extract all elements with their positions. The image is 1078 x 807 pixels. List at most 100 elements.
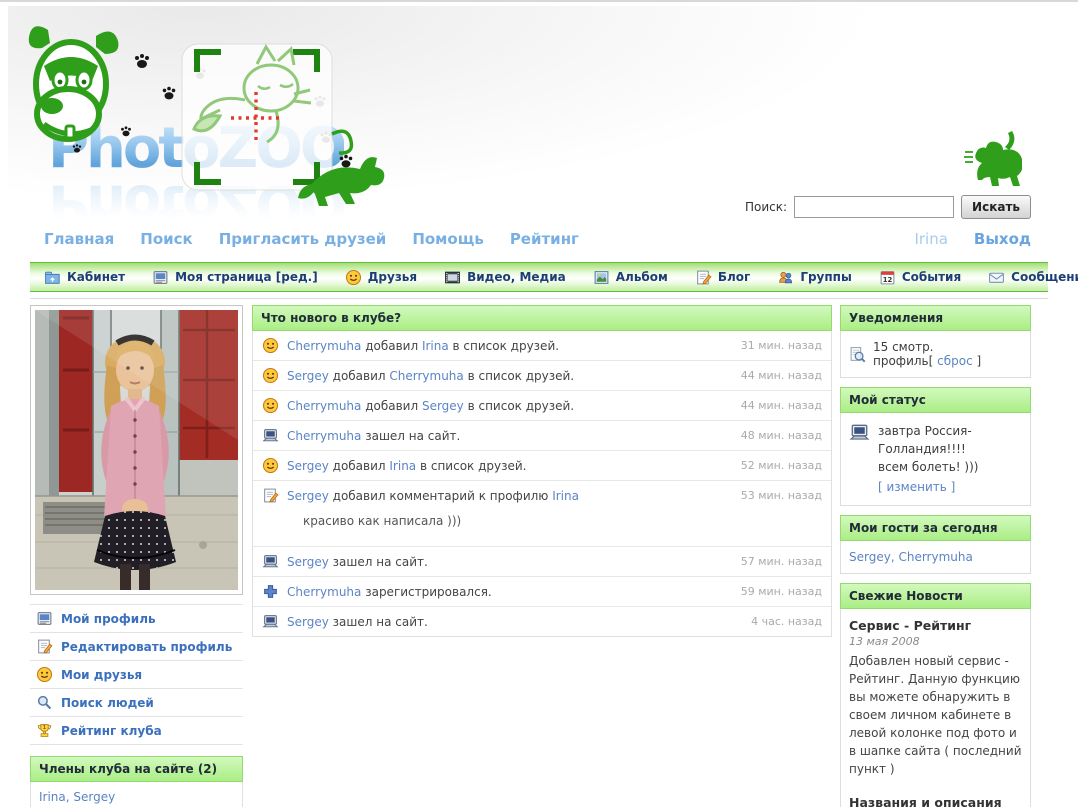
status-header: Мой статус <box>840 387 1031 413</box>
toolbar-item[interactable]: Группы <box>777 269 852 286</box>
sidebar-menu-label: Редактировать профиль <box>61 639 233 654</box>
toolbar-item[interactable]: Друзья <box>345 269 417 286</box>
nav-link-5[interactable]: Рейтинг <box>510 230 579 248</box>
toolbar-divider <box>30 298 1048 299</box>
feed-user-link[interactable]: Irina <box>389 459 416 473</box>
feed-user-link[interactable]: Sergey <box>287 369 329 383</box>
album-icon <box>593 269 610 286</box>
toolbar-item[interactable]: Кабинет <box>44 269 125 286</box>
search-people-icon <box>36 694 53 711</box>
feed-comment: красиво как написала ))) <box>303 514 462 528</box>
toolbar-item[interactable]: Альбом <box>593 269 668 286</box>
toolbar-item[interactable]: 12 События <box>879 269 961 286</box>
feed-user-link[interactable]: Sergey <box>287 489 329 503</box>
smiley-icon <box>262 457 279 474</box>
nav-link-2[interactable]: Поиск <box>140 230 192 248</box>
edit-status-link[interactable]: [ изменить ] <box>878 478 955 496</box>
toolbar-item-label: Сообщения <box>1011 270 1078 284</box>
feed-timestamp: 4 час. назад <box>751 615 822 628</box>
news-item-text: Добавлен новый сервис - Рейтинг. Данную … <box>849 654 1022 776</box>
nav-link-4[interactable]: Помощь <box>412 230 484 248</box>
nav-link-3[interactable]: Пригласить друзей <box>219 230 387 248</box>
status-box: Мой статус завтра Россия-Голландия!!!! в… <box>840 387 1031 506</box>
register-icon <box>262 583 279 600</box>
feed-user-link[interactable]: Sergey <box>287 555 329 569</box>
feed-text: Cherrymuha зашел на сайт. <box>287 428 461 443</box>
feed-user-link[interactable]: Sergey <box>287 615 329 629</box>
feed-user-link[interactable]: Sergey <box>422 399 464 413</box>
guests-links[interactable]: Sergey, Cherrymuha <box>849 550 973 564</box>
feed-timestamp: 44 мин. назад <box>740 399 822 412</box>
my-page-icon <box>152 269 169 286</box>
news-header: Свежие Новости <box>840 583 1031 609</box>
members-online-list: Irina, Sergey <box>30 782 243 807</box>
toolbar-item[interactable]: Блог <box>695 269 750 286</box>
main-nav: Главная Поиск Пригласить друзей Помощь Рейти… <box>44 230 579 248</box>
news-item-title: Названия и описания фото <box>849 795 1002 807</box>
search-button[interactable]: Искать <box>961 195 1031 219</box>
comment-icon <box>262 487 279 504</box>
feed-row: Sergey добавил Cherrymuha в список друзе… <box>253 361 831 391</box>
cabinet-icon <box>44 269 61 286</box>
toolbar-item-label: Блог <box>717 270 751 284</box>
members-online-box: Члены клуба на сайте (2) Irina, Sergey <box>30 756 243 807</box>
sidebar-menu-item[interactable]: Мой профиль <box>30 604 243 632</box>
members-online-links[interactable]: Irina, Sergey <box>39 790 115 804</box>
status-text: завтра Россия-Голландия!!!! всем болеть!… <box>878 424 979 496</box>
news-item-title: Сервис - Рейтинг <box>849 618 972 633</box>
profile-icon <box>36 610 53 627</box>
toolbar-item[interactable]: Моя страница [ред.] <box>152 269 318 286</box>
news-item: Названия и описания фото10 мая 2008Дорог… <box>849 795 1022 807</box>
feed-text: Cherrymuha зарегистрировался. <box>287 584 492 599</box>
toolbar-item-label: Кабинет <box>67 270 126 284</box>
monitor-icon <box>262 553 279 570</box>
feed-timestamp: 44 мин. назад <box>740 369 822 382</box>
feed-user-link[interactable]: Irina <box>552 489 579 503</box>
feed-user-link[interactable]: Sergey <box>287 459 329 473</box>
edit-icon <box>36 638 53 655</box>
news-feed: Что нового в клубе? Cherrymuha добавил I… <box>252 305 832 637</box>
friends-icon <box>36 666 53 683</box>
site-logo[interactable]: PhotoZOO PhotoZOO <box>14 14 414 237</box>
feed-user-link[interactable]: Cherrymuha <box>287 339 361 353</box>
sidebar-menu-item[interactable]: 1 Рейтинг клуба <box>30 716 243 744</box>
profile-photo[interactable] <box>30 305 243 595</box>
feed-text: Cherrymuha добавил Sergey в список друзе… <box>287 398 575 413</box>
friends-icon <box>345 269 362 286</box>
trophy-icon: 1 <box>36 722 53 739</box>
toolbar-item-label: Моя страница [ред.] <box>175 270 318 284</box>
smiley-icon <box>262 397 279 414</box>
logo-artwork-icon <box>28 26 385 206</box>
feed-timestamp: 52 мин. назад <box>740 459 822 472</box>
feed-timestamp: 31 мин. назад <box>740 339 822 352</box>
logout-link[interactable]: Выход <box>974 230 1031 248</box>
feed-user-link[interactable]: Cherrymuha <box>287 399 361 413</box>
nav-link-1[interactable]: Главная <box>44 230 114 248</box>
feed-user-link[interactable]: Irina <box>422 339 449 353</box>
toolbar-item[interactable]: Сообщения <box>988 269 1078 286</box>
sidebar-menu-item[interactable]: Редактировать профиль <box>30 632 243 660</box>
feed-timestamp: 57 мин. назад <box>740 555 822 568</box>
reset-link[interactable]: сброс <box>937 354 973 368</box>
search-input[interactable] <box>794 196 955 218</box>
feed-user-link[interactable]: Cherrymuha <box>287 585 361 599</box>
search-label: Поиск: <box>744 200 788 214</box>
feed-user-link[interactable]: Cherrymuha <box>287 429 361 443</box>
sidebar-menu-label: Поиск людей <box>61 695 154 710</box>
sidebar-menu-item[interactable]: Мои друзья <box>30 660 243 688</box>
feed-row: Cherrymuha добавил Irina в список друзей… <box>253 331 831 361</box>
feed-user-link[interactable]: Cherrymuha <box>389 369 463 383</box>
sidebar-menu-label: Мой профиль <box>61 611 156 626</box>
feed-timestamp: 53 мин. назад <box>740 489 822 502</box>
feed-row: Sergey добавил Irina в список друзей. 52 … <box>253 451 831 481</box>
sidebar-menu-item[interactable]: Поиск людей <box>30 688 243 716</box>
monitor-icon <box>262 613 279 630</box>
toolbar-item[interactable]: Видео, Медиа <box>444 269 566 286</box>
profile-photo-image <box>35 310 238 590</box>
photozoo-page: PhotoZOO PhotoZOO <box>0 0 1078 807</box>
feed-text: Sergey добавил Irina в список друзей. <box>287 458 527 473</box>
toolbar-item-label: События <box>901 270 962 284</box>
svg-text:12: 12 <box>883 275 893 283</box>
messages-icon <box>988 269 1005 286</box>
current-user-link[interactable]: Irina <box>914 230 947 248</box>
